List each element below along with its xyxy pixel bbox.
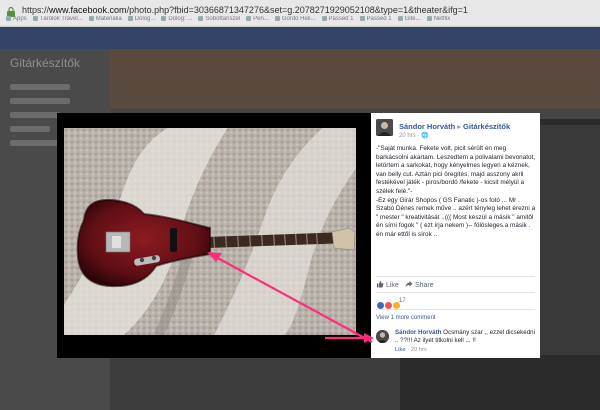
bookmark-favicon-icon [127,16,133,21]
bookmark-favicon-icon [397,16,403,21]
bookmark-favicon-icon [198,16,204,21]
bookmark-favicon-icon [426,16,432,21]
sidebar-item [10,98,70,104]
comment-body: Sándor Horváth Ocsmány szar ,, ezzel dic… [395,329,537,344]
view-more-comments-link[interactable]: View 1 more comment [376,315,436,321]
bookmark-favicon-icon [32,16,38,21]
bookmark-label: Tárolók Travel... [39,16,83,23]
divider [376,276,535,277]
guitar-photo-image [64,128,356,335]
sidebar-item [10,84,70,90]
right-rail [540,125,600,355]
url-host: www.facebook.com [49,5,127,15]
bookmark-item[interactable]: Gordo Heli... [274,16,316,23]
bookmark-label: Gordo Heli... [281,16,316,23]
like-button[interactable]: Like [376,280,399,289]
bookmark-favicon-icon [359,16,365,21]
group-name-link[interactable]: Gitárkészítők [463,122,510,131]
bookmark-item[interactable]: Apps [6,16,27,22]
bookmarks-bar: Apps Tárolók Travel... Materialia Dolog... D… [0,16,600,26]
arrow-icon: ▸ [457,122,462,131]
like-label: Like [385,282,399,289]
thumbs-up-icon [377,280,384,288]
divider [376,309,535,310]
share-arrow-icon [405,281,413,287]
bookmark-favicon-icon [321,16,327,21]
bookmark-item[interactable]: Passed 1 [321,16,354,23]
post-panel: Sándor Horváth ▸ Gitárkészítők 20 hrs · 🌐 … [371,113,540,358]
bookmark-favicon-icon [6,16,11,21]
url-protocol: https:// [22,5,50,15]
bookmark-label: Sobottanszél [205,16,241,23]
sidebar-item [10,112,60,118]
bookmark-item[interactable]: Materialia [88,16,122,23]
bookmark-item[interactable]: Gite... [397,16,421,23]
facebook-top-bar [0,27,600,49]
guitar-photo[interactable] [64,128,356,335]
bookmark-label: Pen... [253,16,269,23]
person-icon [376,330,389,343]
comment-like-link[interactable]: Like [395,347,406,353]
bookmark-favicon-icon [161,16,167,21]
post-text: -"Saját munka. Fekete volt, picit sérült… [376,145,536,238]
bookmark-item[interactable]: Sobottanszél [198,16,240,22]
group-title: Gitárkészítők [10,56,81,70]
comment-meta: Like · 20 hrs [395,347,427,353]
bookmark-label: Dolog: ... [168,16,193,23]
bookmark-label: Apps [13,16,27,23]
bookmark-label: Passed 1 [328,16,354,23]
author-name-link[interactable]: Sándor Horváth [399,122,455,131]
reaction-count[interactable]: 17 [399,298,406,304]
bookmark-label: Gite... [404,16,421,23]
bookmark-label: Dolog... [134,16,156,23]
comment-timestamp[interactable]: · 20 hrs [407,347,427,353]
group-cover-photo [110,49,600,109]
bookmark-favicon-icon [274,16,280,21]
bookmark-label: Netflix [433,16,451,23]
bookmark-label: Passed 1 [366,16,392,23]
url-path: /photo.php?fbid=30366871347276&set=g.207… [126,5,468,15]
bookmark-item[interactable]: Dolog... [127,16,156,23]
browser-toolbar: https://www.facebook.com/photo.php?fbid=… [0,0,600,27]
bookmark-label: Materialia [95,16,122,23]
share-button[interactable]: Share [405,280,434,289]
feed-card [110,358,400,410]
reactions-summary[interactable] [376,297,401,311]
bookmark-item[interactable]: Dolog: ... [161,16,192,22]
divider [376,292,535,293]
author-avatar[interactable] [376,119,393,136]
bookmark-favicon-icon [246,16,252,21]
post-timestamp[interactable]: 20 hrs · 🌐 [399,132,428,139]
bookmark-item[interactable]: Netflix [426,16,451,23]
commenter-avatar[interactable] [376,330,389,343]
commenter-name-link[interactable]: Sándor Horváth [395,329,441,336]
bookmark-item[interactable]: Tárolók Travel... [32,16,83,23]
bookmark-item[interactable]: Pen... [246,16,269,22]
share-label: Share [414,282,434,289]
post-header: Sándor Horváth ▸ Gitárkészítők [399,122,510,131]
bookmark-favicon-icon [88,16,94,21]
bookmark-item[interactable]: Passed 1 [359,16,392,23]
person-icon [376,119,393,136]
sidebar-item [10,126,50,132]
address-bar[interactable]: https://www.facebook.com/photo.php?fbid=… [22,5,468,15]
